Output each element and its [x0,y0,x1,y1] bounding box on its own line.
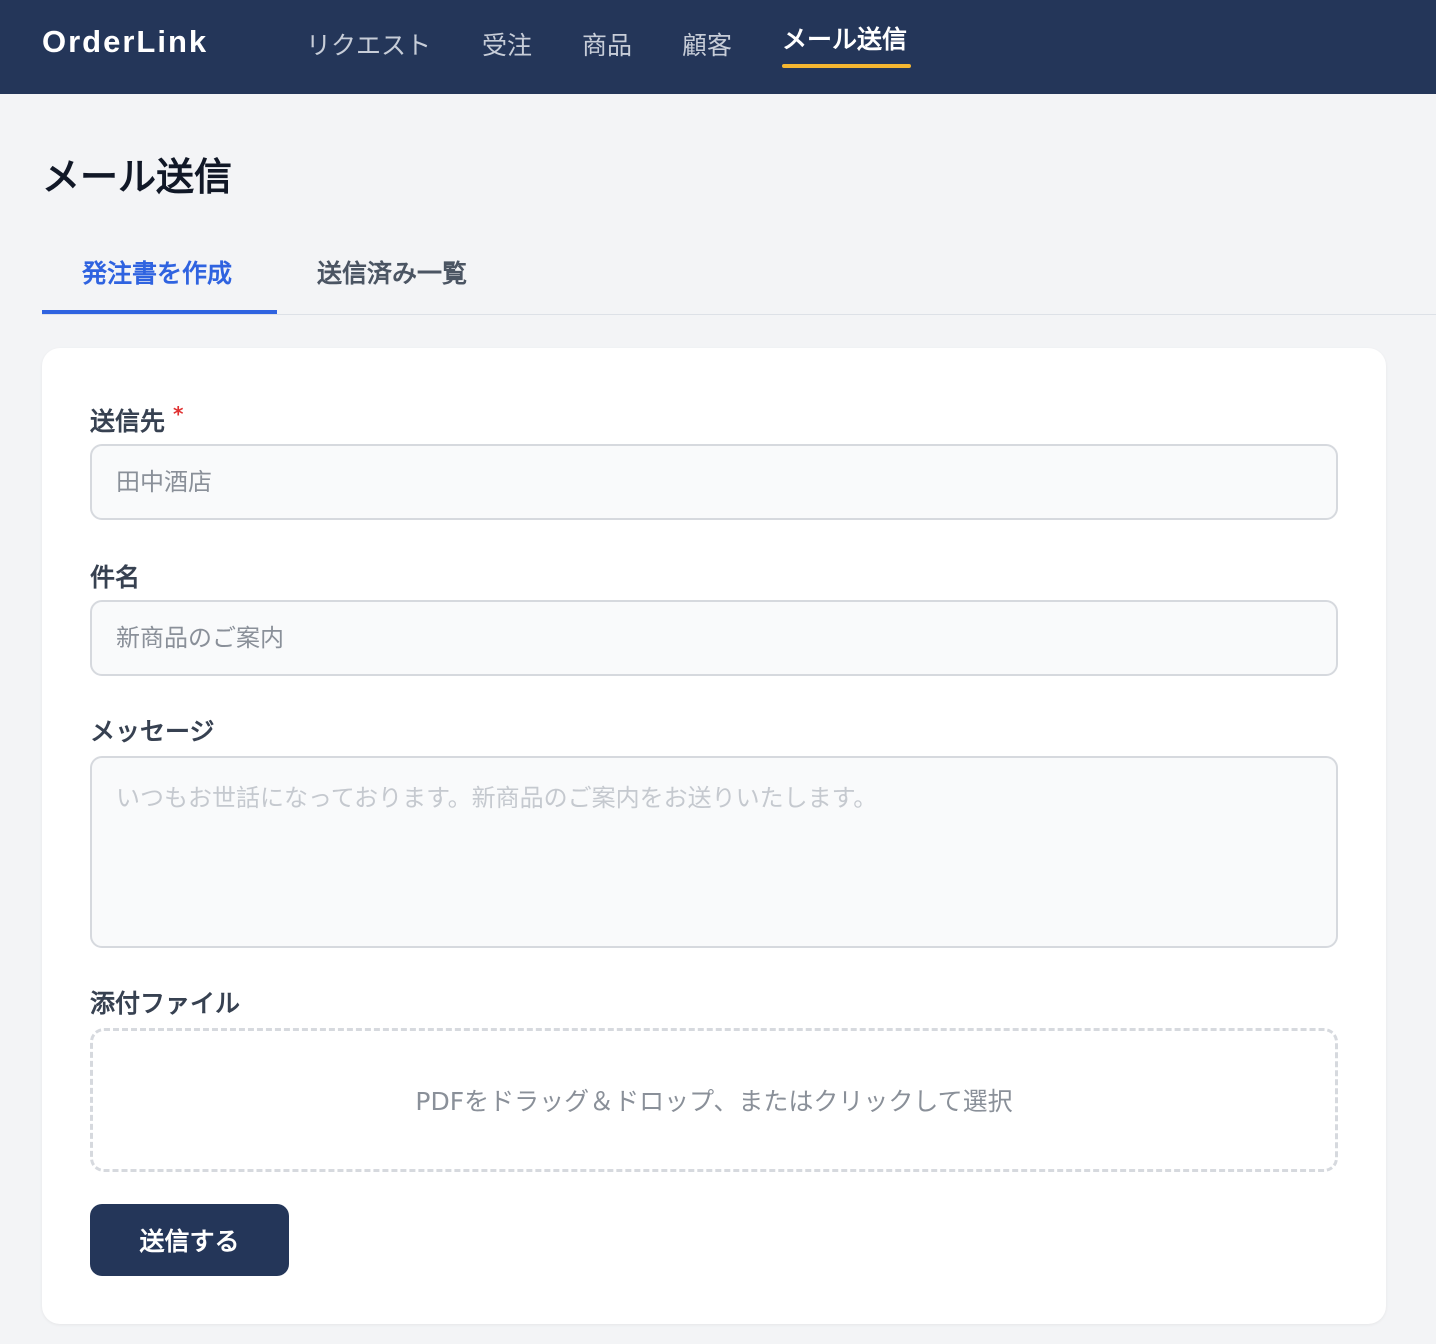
recipient-label-text: 送信先 [90,407,166,436]
tab-create-purchase-order[interactable]: 発注書を作成 [82,254,232,290]
tab-sent-list[interactable]: 送信済み一覧 [317,254,467,290]
nav-item-send-mail[interactable]: メール送信 [782,20,907,56]
nav-item-products[interactable]: 商品 [582,26,632,62]
tabs-divider [42,314,1436,315]
page-title: メール送信 [42,155,233,199]
attachment-label: 添付ファイル [90,989,241,1018]
message-label: メッセージ [90,717,215,746]
recipient-label: 送信先 * [90,402,183,438]
send-button[interactable]: 送信する [90,1204,289,1276]
nav-item-requests[interactable]: リクエスト [306,26,431,62]
nav-item-customers[interactable]: 顧客 [682,26,732,62]
nav-active-indicator [782,64,911,68]
message-textarea[interactable] [90,756,1338,948]
brand-logo[interactable]: OrderLink [42,24,208,60]
subject-input[interactable] [90,600,1338,676]
dropzone-text: PDFをドラッグ＆ドロップ、またはクリックして選択 [415,1087,1013,1116]
top-navigation-bar: OrderLink リクエスト 受注 商品 顧客 メール送信 [0,0,1436,94]
nav-item-orders[interactable]: 受注 [482,26,532,62]
recipient-input[interactable] [90,444,1338,520]
mail-form-card: 送信先 * 件名 メッセージ 添付ファイル PDFをドラッグ＆ドロップ、またはクリ… [42,348,1386,1324]
subject-label: 件名 [90,563,141,592]
attachment-dropzone[interactable]: PDFをドラッグ＆ドロップ、またはクリックして選択 [90,1028,1338,1172]
required-mark: * [173,402,184,426]
tab-active-indicator [42,310,277,314]
